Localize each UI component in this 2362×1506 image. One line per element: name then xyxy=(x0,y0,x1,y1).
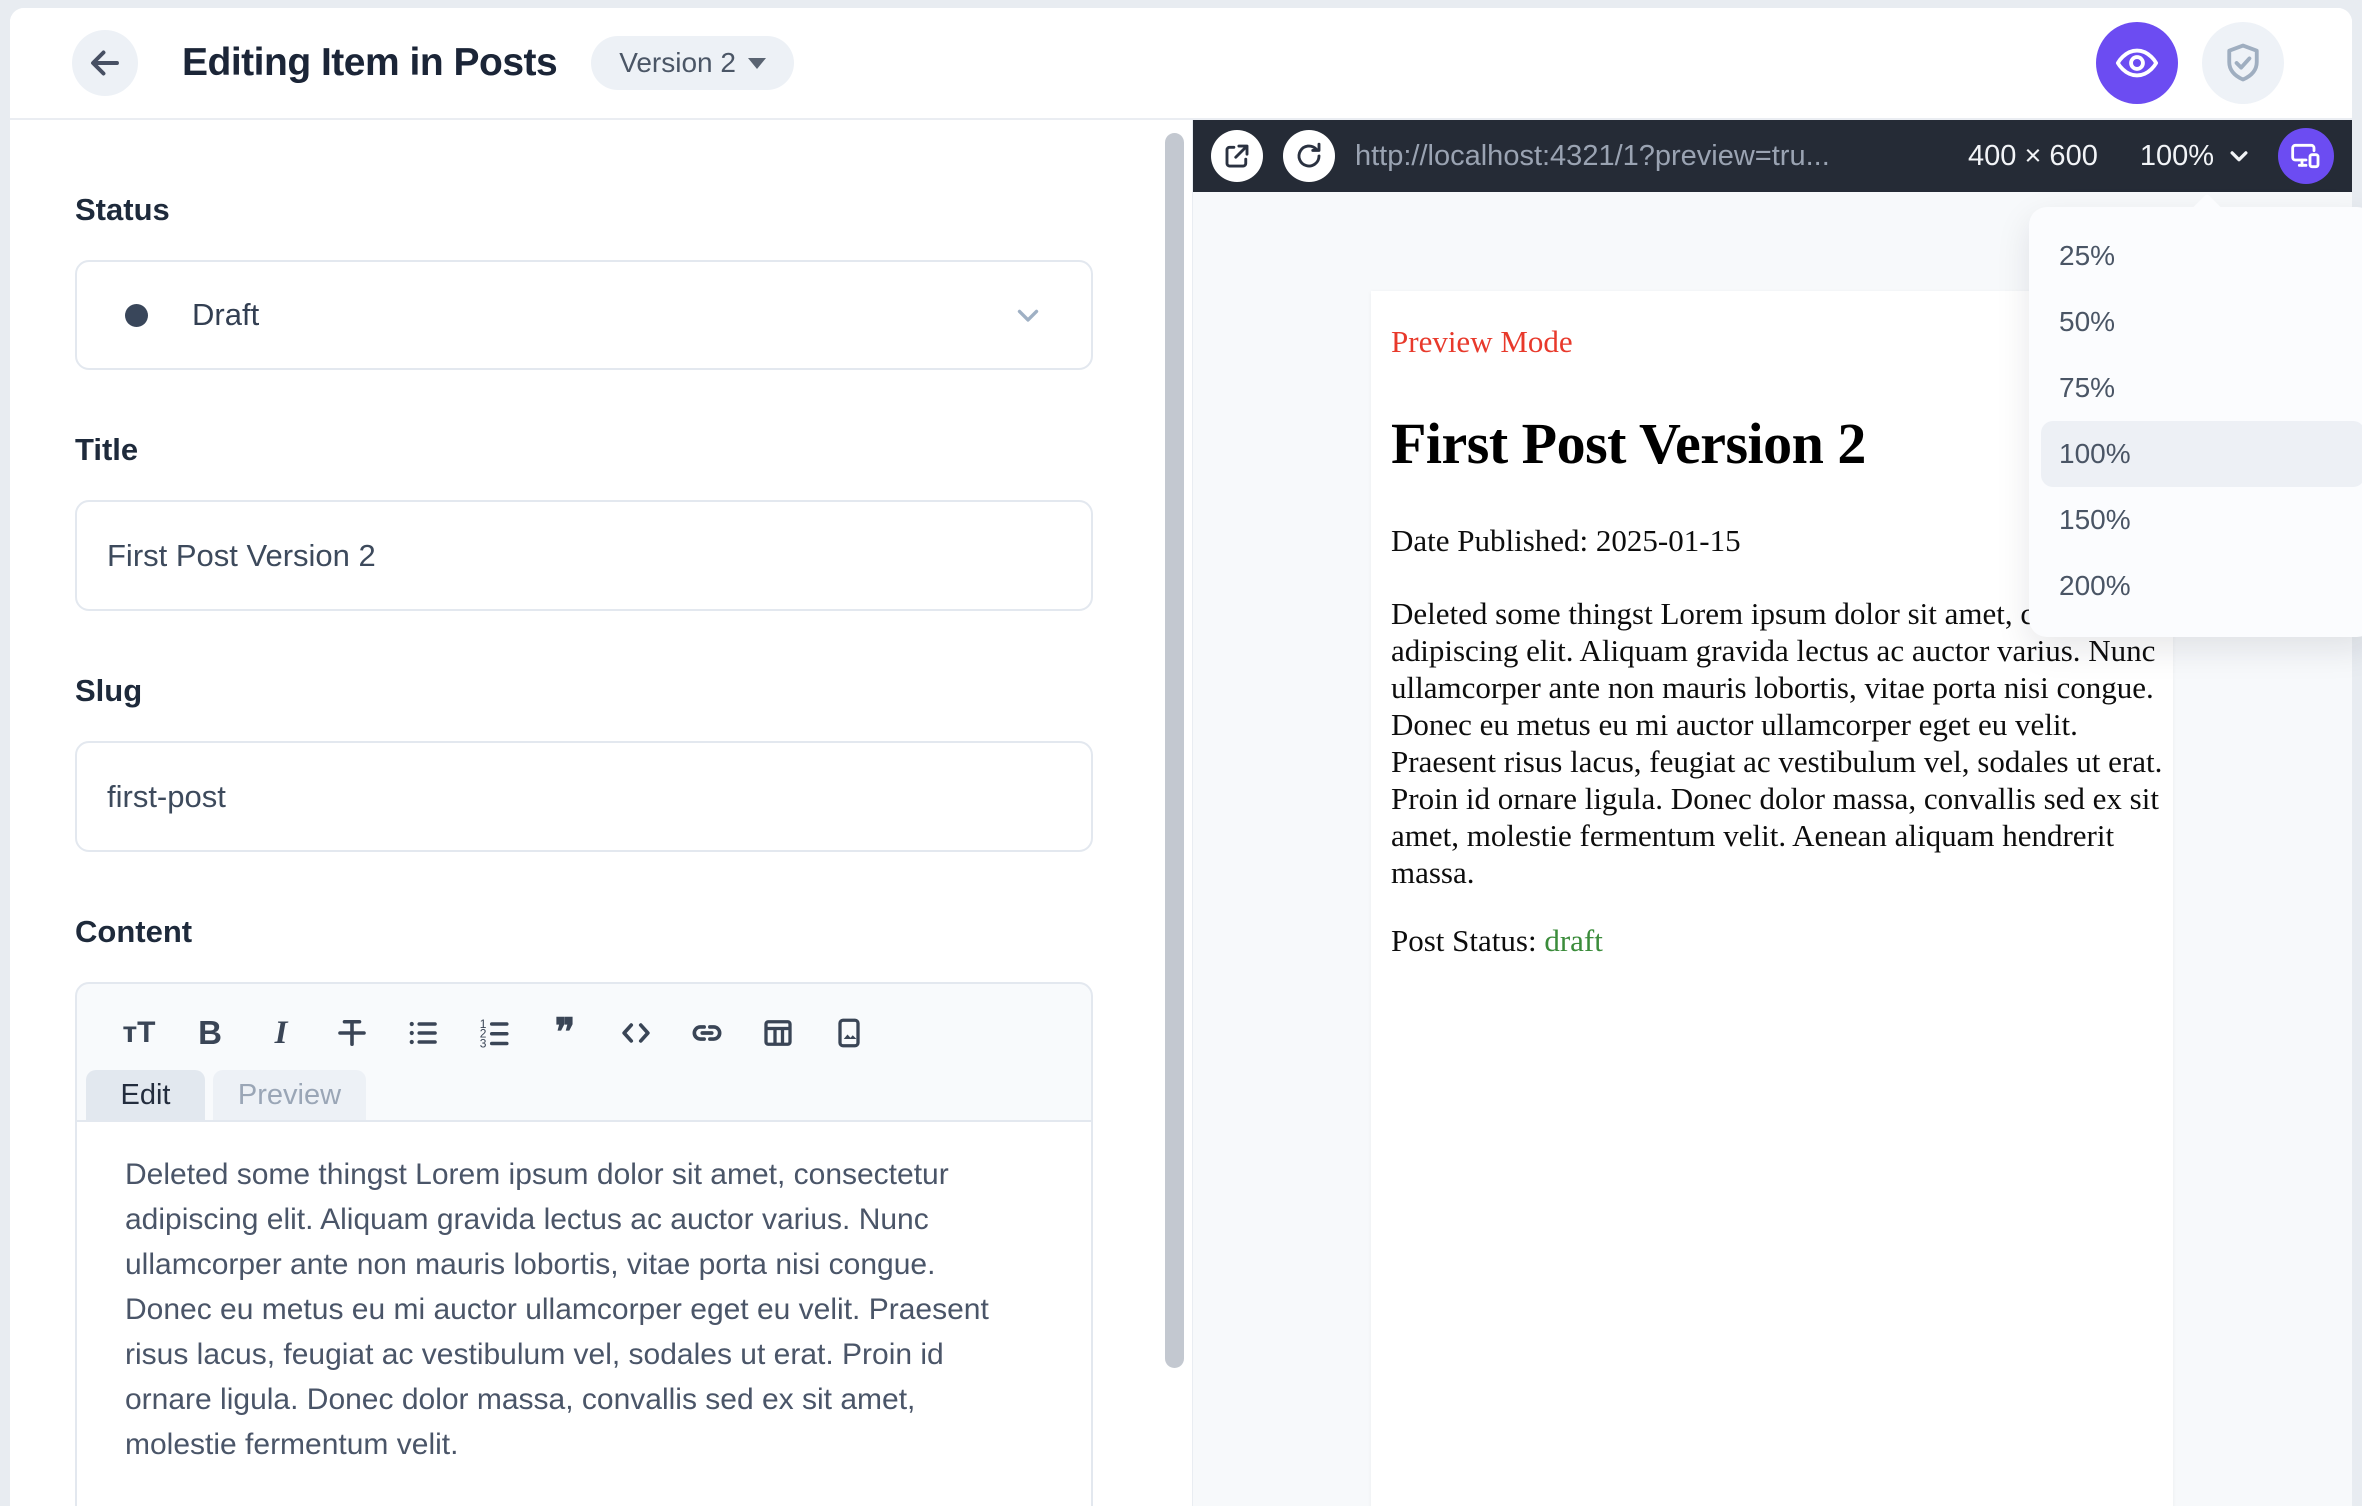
version-label: Version 2 xyxy=(619,47,736,78)
shield-check-icon xyxy=(2221,41,2265,85)
left-panel-scrollbar xyxy=(1158,120,1192,1506)
strikethrough-icon xyxy=(338,1019,366,1047)
bold-icon: B xyxy=(198,1014,222,1051)
preview-toolbar: http://localhost:4321/1?preview=tru... 4… xyxy=(1193,120,2352,192)
tab-edit[interactable]: Edit xyxy=(86,1070,205,1120)
external-link-icon xyxy=(1222,141,1252,171)
rich-text-editor: ᴛT B I 123 ❞ Edit Preview Deleted some t… xyxy=(75,982,1093,1506)
bullet-list-icon xyxy=(409,1021,437,1045)
status-value: Draft xyxy=(192,297,260,332)
preview-status-value: draft xyxy=(1544,923,1603,958)
title-label: Title xyxy=(75,432,139,467)
editor-tabs: Edit Preview xyxy=(86,1070,1091,1120)
heading-icon: ᴛT xyxy=(122,1016,156,1049)
status-select[interactable]: Draft xyxy=(75,260,1093,370)
editor-toolbar: ᴛT B I 123 ❞ xyxy=(77,984,1091,1056)
code-button[interactable] xyxy=(610,1010,662,1056)
slug-label: Slug xyxy=(75,673,143,708)
preview-url: http://localhost:4321/1?preview=tru... xyxy=(1355,139,1830,172)
zoom-option-150[interactable]: 150% xyxy=(2029,487,2362,553)
monitor-smartphone-icon xyxy=(2290,140,2322,172)
code-icon xyxy=(622,1023,650,1043)
bold-button[interactable]: B xyxy=(184,1010,236,1056)
table-button[interactable] xyxy=(752,1010,804,1056)
arrow-left-icon xyxy=(87,45,123,81)
validation-button[interactable] xyxy=(2202,22,2284,104)
caret-down-icon xyxy=(747,57,766,69)
status-label: Status xyxy=(75,192,170,227)
zoom-option-25[interactable]: 25% xyxy=(2029,223,2362,289)
strikethrough-button[interactable] xyxy=(326,1010,378,1056)
header: Editing Item in Posts Version 2 xyxy=(10,8,2352,120)
chevron-down-icon xyxy=(1017,309,1039,322)
zoom-select[interactable]: 100% xyxy=(2140,140,2254,173)
chevron-down-icon xyxy=(2230,151,2248,162)
heading-button[interactable]: ᴛT xyxy=(113,1010,165,1056)
content-label: Content xyxy=(75,914,193,949)
bullet-list-button[interactable] xyxy=(397,1010,449,1056)
preview-toggle-button[interactable] xyxy=(2096,22,2178,104)
zoom-option-200[interactable]: 200% xyxy=(2029,553,2362,619)
italic-button[interactable]: I xyxy=(255,1010,307,1056)
zoom-option-100[interactable]: 100% xyxy=(2041,421,2362,487)
slug-input[interactable] xyxy=(75,741,1093,852)
zoom-option-75[interactable]: 75% xyxy=(2029,355,2362,421)
viewport-size-label: 400 × 600 xyxy=(1968,139,2098,172)
preview-status-label: Post Status: xyxy=(1391,923,1545,958)
svg-text:3: 3 xyxy=(480,1036,487,1050)
content-textarea[interactable]: Deleted some thingst Lorem ipsum dolor s… xyxy=(77,1120,1091,1506)
image-icon xyxy=(838,1018,860,1048)
device-mode-button[interactable] xyxy=(2278,128,2334,184)
back-button[interactable] xyxy=(72,30,138,96)
image-button[interactable] xyxy=(823,1010,875,1056)
zoom-dropdown-menu: 25% 50% 75% 100% 150% 200% xyxy=(2029,207,2362,637)
status-dot-icon xyxy=(125,303,148,327)
zoom-option-50[interactable]: 50% xyxy=(2029,289,2362,355)
blockquote-button[interactable]: ❞ xyxy=(539,1010,591,1056)
ordered-list-button[interactable]: 123 xyxy=(468,1010,520,1056)
eye-icon xyxy=(2114,40,2160,86)
blockquote-icon: ❞ xyxy=(554,1012,576,1054)
tab-preview[interactable]: Preview xyxy=(213,1070,366,1120)
refresh-icon xyxy=(1294,141,1324,171)
zoom-value: 100% xyxy=(2139,139,2214,172)
app-window: Editing Item in Posts Version 2 Status D… xyxy=(10,8,2362,1506)
title-input[interactable] xyxy=(75,500,1093,611)
link-button[interactable] xyxy=(681,1010,733,1056)
page-title: Editing Item in Posts xyxy=(182,41,558,84)
link-icon xyxy=(692,1025,722,1041)
open-external-button[interactable] xyxy=(1211,130,1263,182)
edit-form-panel: Status Draft Title Slug Content xyxy=(10,120,1158,1506)
ordered-list-icon: 123 xyxy=(480,1017,509,1050)
refresh-button[interactable] xyxy=(1283,130,1335,182)
preview-pane: http://localhost:4321/1?preview=tru... 4… xyxy=(1192,120,2362,1506)
scrollbar-thumb[interactable] xyxy=(1165,133,1184,1368)
italic-icon: I xyxy=(274,1014,288,1051)
table-icon xyxy=(764,1020,792,1046)
version-selector[interactable]: Version 2 xyxy=(591,36,794,90)
preview-body: Deleted some thingst Lorem ipsum dolor s… xyxy=(1391,596,2163,890)
preview-status-line: Post Status: draft xyxy=(1391,923,2157,959)
